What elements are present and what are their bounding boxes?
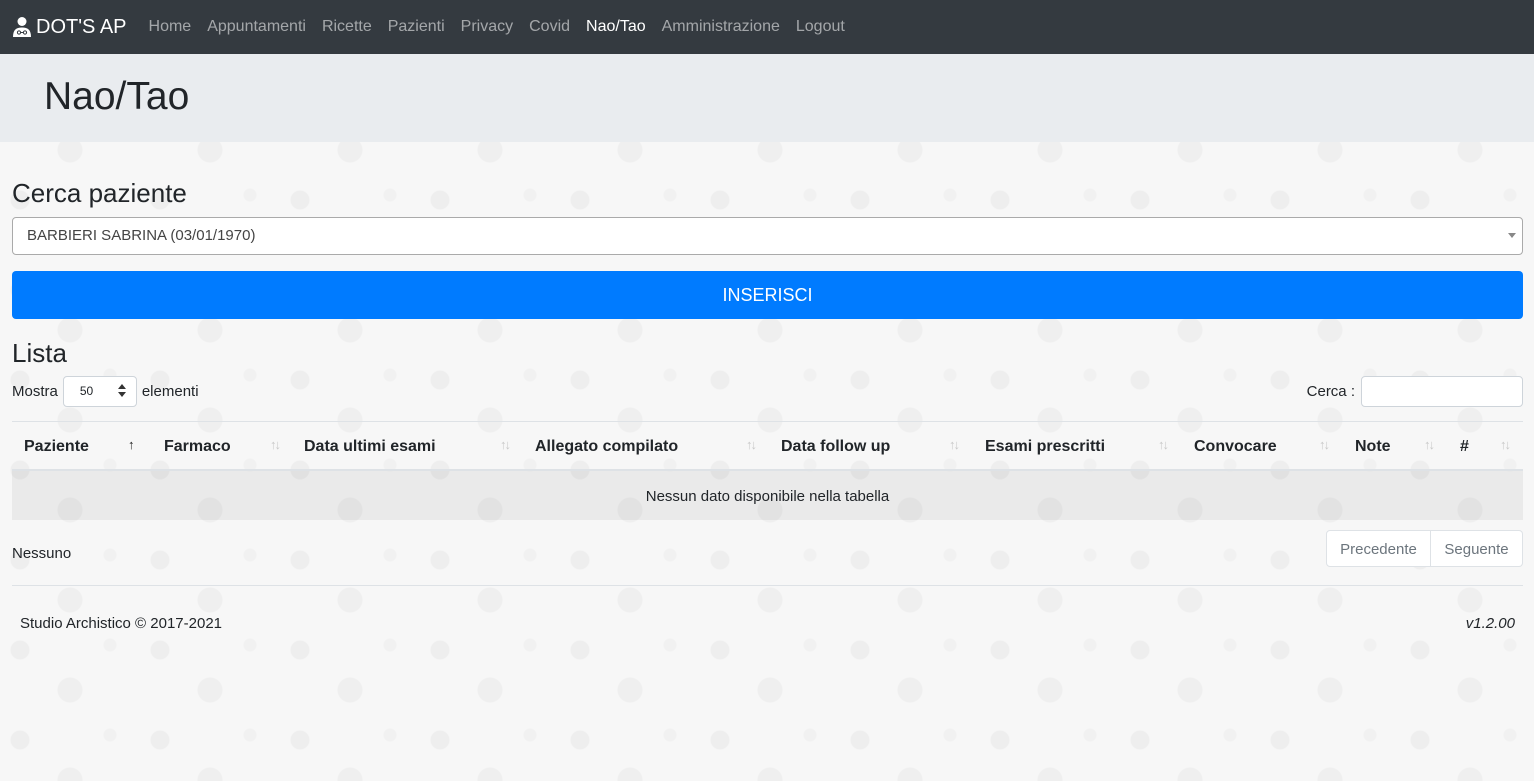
next-page-button[interactable]: Seguente bbox=[1431, 530, 1523, 567]
col-allegato-compilato[interactable]: Allegato compilato bbox=[535, 422, 678, 470]
brand-label: DOT'S AP bbox=[36, 15, 127, 38]
col-farmaco[interactable]: Farmaco bbox=[164, 422, 231, 470]
page-title: Nao/Tao bbox=[44, 75, 190, 118]
elements-label: elementi bbox=[141, 383, 199, 400]
sort-icon: ↑↓ bbox=[1319, 437, 1330, 452]
col-paziente[interactable]: Paziente bbox=[24, 422, 89, 470]
col-note[interactable]: Note bbox=[1355, 422, 1391, 470]
show-label: Mostra bbox=[12, 383, 58, 400]
col-esami-prescritti[interactable]: Esami prescritti bbox=[985, 422, 1105, 470]
pagination: Precedente Seguente bbox=[1326, 530, 1523, 567]
nav-logout[interactable]: Logout bbox=[788, 18, 853, 36]
footer-copyright: Studio Archistico © 2017-2021 bbox=[20, 615, 223, 632]
top-navbar: DOT'S AP Home Appuntamenti Ricette Pazie… bbox=[0, 0, 1534, 54]
insert-button[interactable]: INSERISCI bbox=[12, 271, 1523, 319]
sort-icon: ↑↓ bbox=[949, 437, 960, 452]
page-length-value: 50 bbox=[79, 384, 94, 398]
sort-icon: ↑↓ bbox=[1158, 437, 1169, 452]
sort-icon: ↑↓ bbox=[1500, 437, 1511, 452]
sort-icon: ↑↓ bbox=[746, 437, 757, 452]
sort-updown-icon bbox=[117, 384, 126, 398]
sort-asc-icon: ↑ bbox=[128, 437, 134, 452]
dropdown-arrow-icon bbox=[1508, 233, 1516, 238]
list-heading: Lista bbox=[12, 338, 67, 368]
page-length-control: Mostra 50 elementi bbox=[12, 376, 199, 407]
nav-ricette[interactable]: Ricette bbox=[314, 18, 380, 36]
col-data-follow-up[interactable]: Data follow up bbox=[781, 422, 890, 470]
patient-select[interactable]: BARBIERI SABRINA (03/01/1970) bbox=[12, 217, 1523, 255]
prev-page-button[interactable]: Precedente bbox=[1326, 530, 1431, 567]
table-search: Cerca : bbox=[1307, 376, 1523, 407]
divider bbox=[12, 585, 1523, 586]
brand[interactable]: DOT'S AP bbox=[12, 16, 127, 39]
nav-pazienti[interactable]: Pazienti bbox=[380, 18, 453, 36]
sort-icon: ↑↓ bbox=[1424, 437, 1435, 452]
nav-home[interactable]: Home bbox=[141, 18, 200, 36]
patient-select-value: BARBIERI SABRINA (03/01/1970) bbox=[27, 227, 256, 244]
table-info: Nessuno bbox=[12, 545, 72, 562]
col-data-ultimi-esami[interactable]: Data ultimi esami bbox=[304, 422, 436, 470]
nav-covid[interactable]: Covid bbox=[521, 18, 578, 36]
doctor-icon bbox=[13, 17, 31, 37]
patients-table: Paziente ↑ Farmaco ↑↓ Data ultimi esami … bbox=[12, 421, 1523, 520]
empty-table-message: Nessun dato disponibile nella tabella bbox=[12, 471, 1523, 520]
page-length-select[interactable]: 50 bbox=[62, 376, 137, 407]
table-header: Paziente ↑ Farmaco ↑↓ Data ultimi esami … bbox=[12, 421, 1523, 471]
nav-amministrazione[interactable]: Amministrazione bbox=[654, 18, 788, 36]
col-actions[interactable]: # bbox=[1460, 422, 1469, 470]
page-header: Nao/Tao bbox=[0, 54, 1534, 142]
nav-appuntamenti[interactable]: Appuntamenti bbox=[199, 18, 314, 36]
sort-icon: ↑↓ bbox=[500, 437, 511, 452]
search-label: Cerca : bbox=[1306, 383, 1355, 400]
search-input[interactable] bbox=[1361, 376, 1523, 407]
nav-nao-tao[interactable]: Nao/Tao bbox=[578, 18, 654, 36]
patient-search-heading: Cerca paziente bbox=[12, 178, 187, 208]
nav-privacy[interactable]: Privacy bbox=[453, 18, 521, 36]
footer-version: v1.2.00 bbox=[1465, 615, 1515, 632]
col-convocare[interactable]: Convocare bbox=[1194, 422, 1277, 470]
sort-icon: ↑↓ bbox=[270, 437, 281, 452]
